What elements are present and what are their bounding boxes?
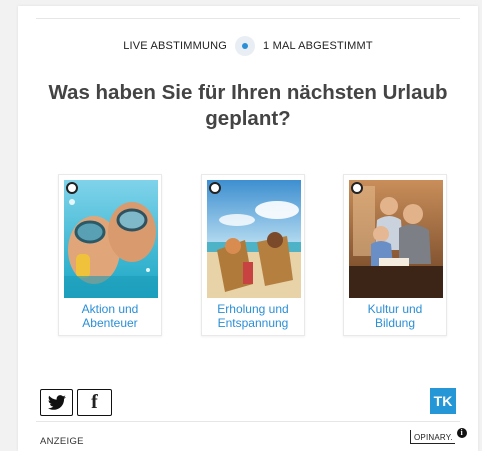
poll-question: Was haben Sie für Ihren nächsten Urlaub …: [48, 81, 448, 130]
twitter-share-button[interactable]: [40, 389, 73, 416]
option-radio[interactable]: [66, 182, 78, 194]
social-share: f: [40, 389, 112, 416]
facebook-share-button[interactable]: f: [77, 389, 112, 416]
top-divider: [36, 18, 460, 19]
option-radio[interactable]: [351, 182, 363, 194]
poll-status: LIVE ABSTIMMUNG 1 MAL ABGESTIMMT: [18, 34, 478, 58]
poll-card: LIVE ABSTIMMUNG 1 MAL ABGESTIMMT Was hab…: [18, 6, 478, 451]
option-label: Aktion und Abenteuer: [81, 302, 139, 330]
poll-option-kultur[interactable]: Kultur und Bildung: [343, 174, 447, 336]
votes-label: 1 MAL ABGESTIMMT: [263, 40, 373, 52]
live-indicator-icon: [235, 36, 256, 56]
info-icon[interactable]: i: [456, 428, 467, 438]
snorkeling-photo: [64, 180, 158, 298]
poll-options: Aktion und Abenteuer Erholung und Entspa…: [18, 174, 478, 339]
family-reading-photo: [349, 180, 443, 298]
sponsor-logo[interactable]: TK: [430, 388, 456, 414]
tk-logo-icon: TK: [433, 393, 453, 409]
opinary-brand[interactable]: OPINARY. i: [410, 428, 467, 444]
poll-option-aktion[interactable]: Aktion und Abenteuer: [58, 174, 162, 336]
option-label: Kultur und Bildung: [367, 302, 423, 330]
option-radio[interactable]: [209, 182, 221, 194]
ad-label: ANZEIGE: [40, 436, 84, 447]
twitter-icon: [47, 394, 66, 410]
bottom-divider: [36, 421, 460, 422]
beach-chairs-photo: [207, 180, 301, 298]
option-label: Erholung und Entspannung: [217, 302, 289, 330]
poll-option-erholung[interactable]: Erholung und Entspannung: [201, 174, 305, 336]
live-label: LIVE ABSTIMMUNG: [123, 40, 228, 52]
opinary-logo: OPINARY.: [410, 430, 455, 444]
facebook-icon: f: [91, 391, 98, 413]
